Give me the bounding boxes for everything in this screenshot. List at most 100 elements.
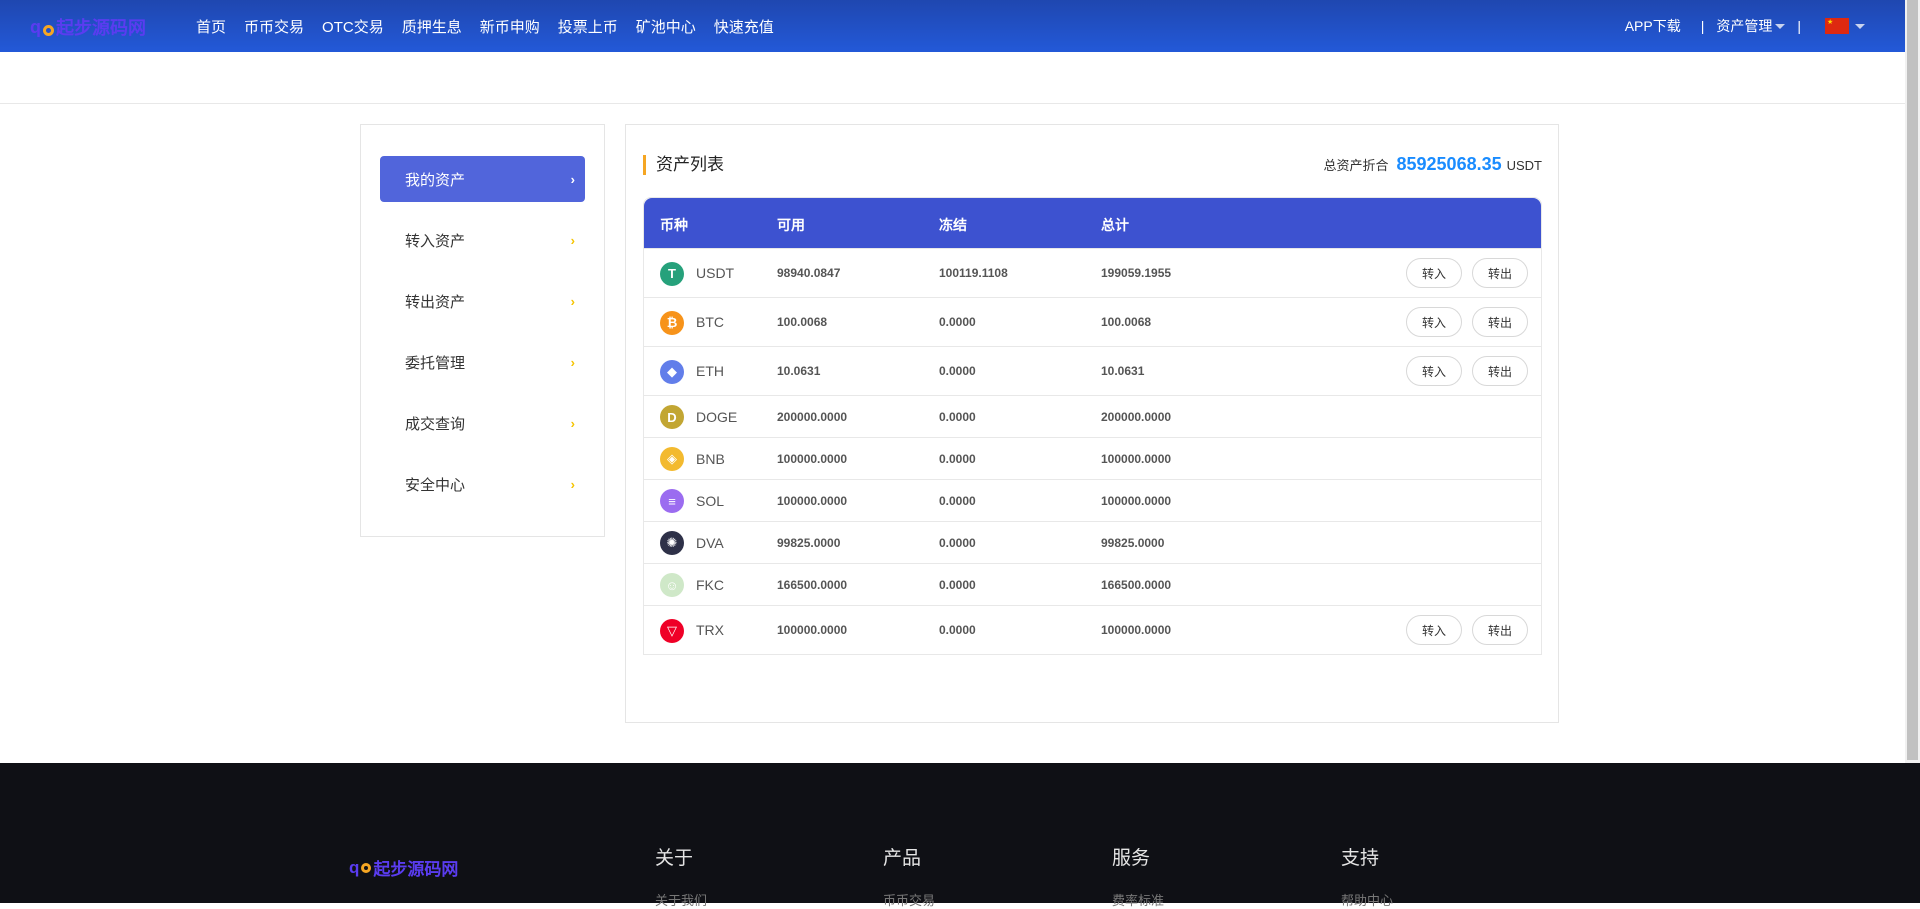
scrollbar-thumb[interactable]: [1907, 0, 1918, 760]
footer-link[interactable]: 币币交易: [883, 890, 935, 909]
withdraw-button[interactable]: 转出: [1472, 356, 1528, 386]
deposit-button[interactable]: 转入: [1406, 615, 1462, 645]
chevron-right-icon: ›: [570, 476, 575, 492]
withdraw-button[interactable]: 转出: [1472, 258, 1528, 288]
deposit-button[interactable]: 转入: [1406, 258, 1462, 288]
btc-coin-icon: ₿: [660, 310, 684, 335]
withdraw-button[interactable]: 转出: [1472, 307, 1528, 337]
total-value: 199059.1955: [1101, 266, 1172, 280]
nav-quick-recharge[interactable]: 快速充值: [714, 16, 774, 37]
footer-logo[interactable]: q 起步源码网: [349, 855, 458, 880]
logo-circle-icon: [361, 862, 372, 873]
sidebar-item[interactable]: 成交查询 ›: [380, 400, 585, 446]
available-value: 200000.0000: [777, 409, 848, 424]
usdt-coin-icon: T: [660, 261, 684, 286]
footer-link[interactable]: 帮助中心: [1341, 890, 1393, 909]
table-row: ☺ FKC 166500.0000 0.0000 166500.0000: [644, 563, 1541, 605]
footer-link[interactable]: 费率标准: [1112, 890, 1164, 909]
dva-coin-icon: ✺: [660, 531, 684, 555]
footer: q 起步源码网 关于关于我们 产品币币交易 服务费率标准 支持帮助中心: [0, 763, 1920, 908]
sidebar-item[interactable]: 转入资产 ›: [380, 217, 585, 263]
available-value: 166500.0000: [777, 577, 848, 592]
coin-name: FKC: [696, 576, 724, 593]
withdraw-button[interactable]: 转出: [1472, 615, 1528, 645]
frozen-value: 100119.1108: [939, 266, 1008, 280]
sidebar-item-label: 成交查询: [405, 415, 466, 433]
frozen-value: 0.0000: [939, 364, 976, 378]
top-nav-bar: q 起步源码网 首页 币币交易 OTC交易 质押生息 新币申购 投票上币 矿池中心…: [0, 0, 1905, 52]
divider: |: [1797, 18, 1801, 34]
asset-panel: 资产列表 总资产折合 85925068.35 USDT 币种 可用 冻结 总计 …: [625, 124, 1559, 723]
nav-vote-listing[interactable]: 投票上币: [558, 16, 618, 37]
frozen-value: 0.0000: [939, 493, 976, 508]
sidebar-item[interactable]: 安全中心 ›: [380, 461, 585, 507]
chevron-right-icon: ›: [570, 293, 575, 309]
nav-otc[interactable]: OTC交易: [322, 16, 384, 37]
frozen-value: 0.0000: [939, 577, 976, 592]
footer-heading: 支持: [1341, 848, 1380, 869]
coin-name: SOL: [696, 492, 725, 509]
total-value: 10.0631: [1101, 364, 1145, 378]
footer-column: 支持 帮助中心: [1341, 843, 1393, 909]
nav-staking[interactable]: 质押生息: [402, 16, 462, 37]
coin-name: DVA: [696, 534, 724, 551]
footer-heading: 产品: [883, 848, 922, 869]
doge-coin-icon: D: [660, 405, 684, 429]
footer-heading: 关于: [655, 848, 694, 869]
site-logo[interactable]: q 起步源码网: [30, 14, 146, 40]
frozen-value: 0.0000: [939, 451, 976, 466]
total-value: 100000.0000: [1101, 623, 1172, 637]
nav-mining-pool[interactable]: 矿池中心: [636, 16, 696, 37]
col-coin: 币种: [660, 217, 688, 233]
total-assets: 总资产折合 85925068.35 USDT: [1323, 154, 1542, 175]
footer-link[interactable]: 关于我们: [655, 890, 707, 909]
nav-new-coin[interactable]: 新币申购: [480, 16, 540, 37]
sidebar-item[interactable]: 转出资产 ›: [380, 278, 585, 324]
deposit-button[interactable]: 转入: [1406, 307, 1462, 337]
nav-home[interactable]: 首页: [196, 16, 226, 37]
sidebar-item-label: 转出资产: [405, 293, 466, 311]
coin-name: BTC: [696, 314, 724, 330]
sidebar: 我的资产 › 转入资产 › 转出资产 › 委托管理 › 成交查询 › 安全中心 ›: [360, 124, 605, 537]
available-value: 100000.0000: [777, 451, 848, 466]
total-value: 99825.0000: [1101, 535, 1165, 550]
chevron-right-icon: ›: [570, 171, 575, 187]
page-scrollbar[interactable]: [1905, 0, 1920, 763]
available-value: 100000.0000: [777, 623, 848, 637]
footer-heading: 服务: [1112, 848, 1151, 869]
asset-management-label: 资产管理: [1716, 18, 1773, 34]
table-row: ≡ SOL 100000.0000 0.0000 100000.0000: [644, 479, 1541, 521]
sidebar-item[interactable]: 我的资产 ›: [380, 156, 585, 202]
caret-down-icon: [1775, 24, 1786, 34]
coin-name: USDT: [696, 265, 735, 281]
logo-mark: q: [349, 857, 360, 877]
table-row: ▽ TRX 100000.0000 0.0000 100000.0000 转入 转…: [644, 605, 1541, 654]
total-value: 200000.0000: [1101, 409, 1172, 424]
available-value: 100.0068: [777, 315, 828, 329]
total-value: 85925068.35: [1396, 154, 1502, 174]
footer-column: 产品 币币交易: [883, 843, 935, 909]
table-row: D DOGE 200000.0000 0.0000 200000.0000: [644, 395, 1541, 437]
footer-column: 服务 费率标准: [1112, 843, 1164, 909]
table-header: 币种 可用 冻结 总计: [644, 198, 1541, 248]
table-row: T USDT 98940.0847 100119.1108 199059.195…: [644, 248, 1541, 297]
divider: |: [1700, 18, 1705, 34]
table-row: ◆ ETH 10.0631 0.0000 10.0631 转入 转出: [644, 346, 1541, 395]
app-download-link[interactable]: APP下载: [1625, 16, 1681, 36]
available-value: 99825.0000: [777, 535, 841, 550]
chevron-right-icon: ›: [570, 415, 575, 431]
fkc-coin-icon: ☺: [660, 573, 684, 597]
sidebar-item-label: 委托管理: [405, 354, 466, 372]
nav-spot-trading[interactable]: 币币交易: [244, 16, 304, 37]
language-selector[interactable]: [1825, 18, 1865, 34]
sidebar-item[interactable]: 委托管理 ›: [380, 339, 585, 385]
coin-name: BNB: [696, 450, 725, 467]
col-frozen: 冻结: [939, 217, 967, 233]
chevron-right-icon: ›: [570, 232, 575, 248]
asset-management-dropdown[interactable]: 资产管理: [1716, 16, 1786, 36]
deposit-button[interactable]: 转入: [1406, 356, 1462, 386]
page-title: 资产列表: [643, 155, 724, 175]
eth-coin-icon: ◆: [660, 359, 684, 384]
chevron-right-icon: ›: [570, 354, 575, 370]
total-label: 总资产折合: [1323, 158, 1389, 173]
